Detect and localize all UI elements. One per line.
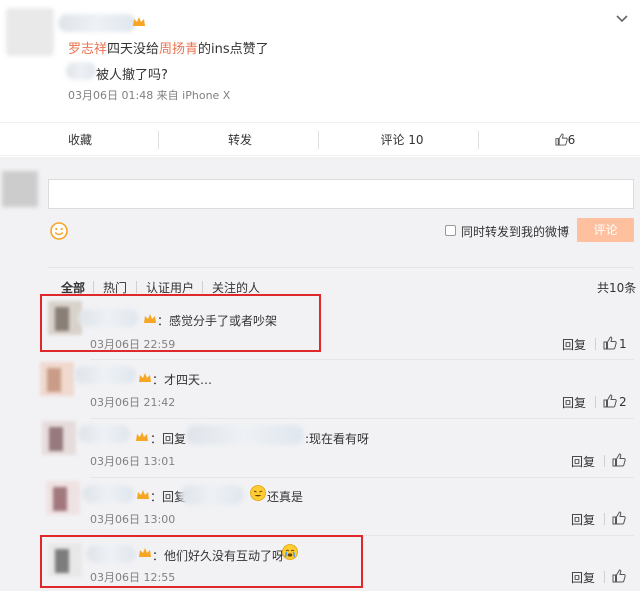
thumbs-up-icon[interactable]: [612, 569, 626, 583]
post-avatar[interactable]: [6, 8, 54, 56]
comment-button[interactable]: 评论 10: [362, 123, 442, 157]
like-button[interactable]: 6: [540, 123, 590, 157]
highlight-box: [40, 535, 363, 588]
crown-icon: [133, 17, 145, 26]
comment-text: 还真是: [267, 490, 304, 504]
commenter-avatar[interactable]: [40, 362, 74, 396]
thumbs-up-icon[interactable]: [603, 394, 617, 408]
my-avatar: [2, 171, 38, 207]
mention-link-2[interactable]: 周扬青: [159, 42, 198, 57]
smiley-icon[interactable]: [50, 222, 68, 240]
repost-checkbox-label: 同时转发到我的微博: [461, 225, 570, 239]
reply-button[interactable]: 回复: [562, 336, 586, 353]
crown-icon: [136, 432, 148, 441]
reply-button[interactable]: 回复: [571, 453, 595, 470]
comment-total: 共10条: [597, 281, 637, 295]
comment-item: ：回复 :现在看有呀 03月06日 13:01 回复: [0, 419, 640, 478]
redacted-username: [58, 14, 136, 32]
redacted-username: [82, 485, 134, 503]
crown-icon: [137, 490, 149, 499]
like-count: 2: [619, 395, 627, 409]
post-meta: 03月06日 01:48 来自 iPhone X: [68, 89, 231, 102]
post-text-line1: 罗志祥四天没给周扬青的ins点赞了: [68, 42, 269, 57]
thumbs-up-icon[interactable]: [603, 336, 617, 350]
crown-icon: [139, 373, 151, 382]
reply-button[interactable]: 回复: [562, 394, 586, 411]
redacted-username: [74, 366, 136, 384]
commenter-avatar[interactable]: [46, 481, 80, 515]
thumbs-up-icon: [555, 133, 568, 146]
favorite-button[interactable]: 收藏: [40, 123, 120, 157]
comment-time: 03月06日 13:00: [90, 513, 176, 526]
comment-input[interactable]: [48, 179, 634, 209]
post-text-line2: 被人撤了吗?: [96, 68, 168, 83]
like-count: 1: [619, 337, 627, 351]
comment-text: :现在看有呀: [305, 432, 370, 446]
highlight-box: [40, 294, 321, 352]
comment-item: ：回复 还真是 03月06日 13:00 回复: [0, 477, 640, 536]
comment-time: 03月06日 21:42: [90, 396, 176, 409]
repost-checkbox[interactable]: [445, 225, 456, 236]
repost-button[interactable]: 转发: [200, 123, 280, 157]
commenter-avatar[interactable]: [42, 421, 76, 455]
comment-item: ：才四天… 03月06日 21:42 回复 2: [0, 360, 640, 419]
reply-prefix: 回复: [162, 432, 187, 446]
reply-button[interactable]: 回复: [571, 511, 595, 528]
thumbs-up-icon[interactable]: [612, 511, 626, 525]
redacted-username: [78, 425, 130, 443]
reply-button[interactable]: 回复: [571, 569, 595, 586]
mention-link-1[interactable]: 罗志祥: [68, 42, 107, 57]
weibo-post: 罗志祥四天没给周扬青的ins点赞了 被人撤了吗? 03月06日 01:48 来自…: [0, 0, 640, 122]
comment-text: 才四天…: [164, 373, 213, 387]
like-count: 6: [567, 133, 576, 147]
post-action-bar: 收藏 转发 评论 10 6: [0, 122, 640, 156]
redacted-mention: [180, 485, 244, 505]
redacted-mention: [186, 425, 304, 445]
redacted-text: [66, 62, 96, 80]
comment-time: 03月06日 13:01: [90, 455, 176, 468]
submit-comment-button[interactable]: 评论: [577, 218, 634, 242]
comment-section: 同时转发到我的微博 评论 全部 热门 认证用户 关注的人 共10条 ：感觉分手了…: [0, 157, 640, 591]
chevron-down-icon[interactable]: [616, 14, 628, 24]
grin-emoji-icon: [250, 485, 266, 501]
thumbs-up-icon[interactable]: [612, 453, 626, 467]
